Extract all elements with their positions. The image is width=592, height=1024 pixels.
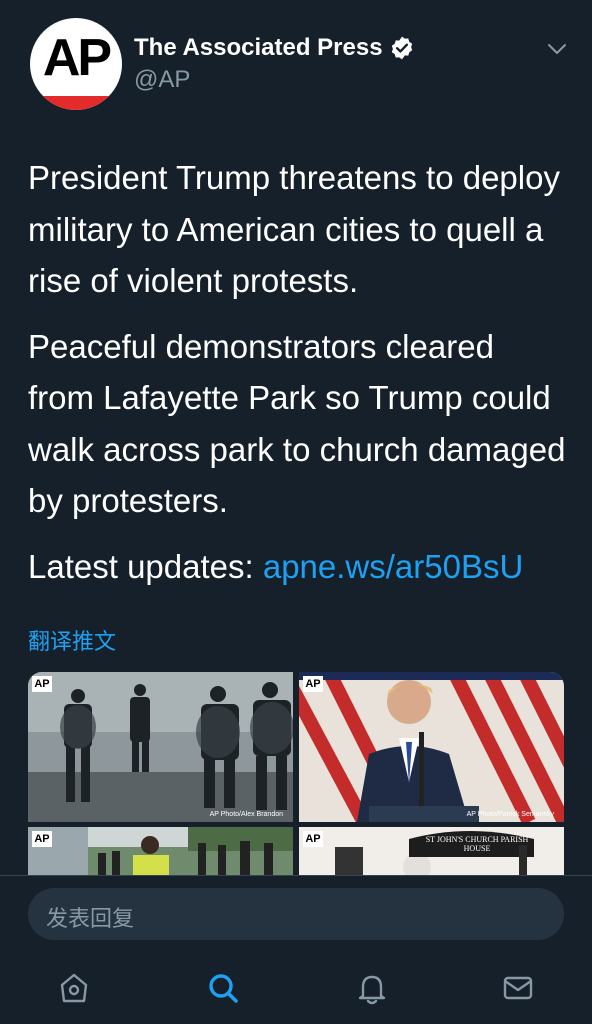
media-image-podium[interactable]: AP AP Photo/Patrick Semansky — [299, 672, 564, 822]
tweet-link[interactable]: apne.ws/ar50BsU — [263, 548, 523, 585]
ap-badge: AP — [303, 831, 323, 847]
tweet-paragraph: Peaceful demonstrators cleared from Lafa… — [28, 327, 566, 520]
police-photo — [28, 672, 293, 822]
translate-tweet-link[interactable]: 翻译推文 — [28, 624, 116, 656]
reply-placeholder: 发表回复 — [46, 907, 135, 932]
avatar-logo-stripe — [30, 96, 122, 110]
updates-label: Latest updates: — [28, 547, 263, 585]
photo-credit: AP Photo/Alex Brandon — [209, 811, 283, 818]
photo-credit: AP Photo/Patrick Semansky — [466, 811, 554, 818]
street-photo — [28, 827, 293, 875]
ap-badge: AP — [303, 676, 323, 692]
church-sign-text: ST JOHN'S CHURCH PARISH HOUSE — [425, 835, 529, 853]
avatar[interactable]: AP — [30, 18, 122, 110]
media-image-church[interactable]: AP ST JOHN'S CHURCH PARISH HOUSE — [299, 827, 564, 875]
messages-icon[interactable] — [500, 970, 536, 1006]
ap-badge: AP — [32, 676, 52, 692]
tweet-body: President Trump threatens to deploy mili… — [28, 152, 568, 606]
ap-badge: AP — [32, 831, 52, 847]
media-grid: AP AP Photo/Alex Brandon AP AP Photo/Pat… — [28, 672, 564, 875]
tweet-paragraph: President Trump threatens to deploy mili… — [28, 159, 560, 299]
avatar-logo: AP — [42, 29, 112, 87]
search-icon[interactable] — [205, 970, 241, 1006]
home-icon[interactable] — [56, 970, 92, 1006]
bottom-tab-bar — [0, 950, 592, 1024]
podium-photo — [299, 672, 564, 822]
verified-icon — [391, 36, 412, 60]
notifications-icon[interactable] — [354, 970, 390, 1006]
account-name[interactable]: The Associated Press — [134, 34, 383, 62]
reply-input[interactable]: 发表回复 — [28, 888, 564, 940]
media-image-street[interactable]: AP — [28, 827, 293, 875]
tweet-header: AP The Associated Press @AP — [0, 0, 592, 120]
chevron-down-icon[interactable] — [546, 38, 568, 60]
account-name-row[interactable]: The Associated Press — [134, 32, 415, 64]
account-handle[interactable]: @AP — [134, 66, 190, 94]
media-image-police[interactable]: AP AP Photo/Alex Brandon — [28, 672, 293, 822]
tweet-updates-line: Latest updates: apne.ws/ar50BsU — [28, 541, 568, 593]
divider — [0, 875, 592, 876]
